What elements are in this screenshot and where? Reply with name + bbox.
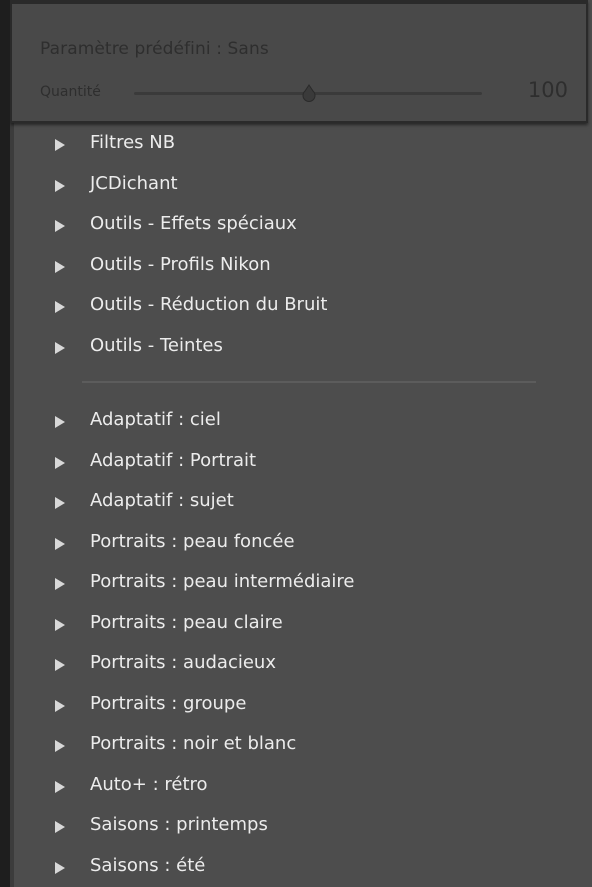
expand-arrow-icon [54, 576, 66, 595]
preset-group-item[interactable]: Saisons : été [10, 850, 570, 887]
expand-arrow-icon [54, 738, 66, 757]
preset-group-item[interactable]: Auto+ : rétro [10, 769, 570, 809]
preset-group-label: Outils - Réduction du Bruit [90, 294, 328, 315]
preset-group-item[interactable]: Outils - Effets spéciaux [10, 208, 570, 248]
preset-group-item[interactable]: Portraits : peau intermédiaire [10, 566, 570, 606]
preset-group-item[interactable]: Portraits : audacieux [10, 647, 570, 687]
preset-group-item[interactable]: Adaptatif : Portrait [10, 445, 570, 485]
preset-group-label: Portraits : noir et blanc [90, 733, 297, 754]
group-separator [82, 381, 536, 383]
preset-group-item[interactable]: Outils - Réduction du Bruit [10, 289, 570, 329]
expand-arrow-icon [54, 299, 66, 318]
preset-group-label: Portraits : peau foncée [90, 530, 295, 552]
preset-group-label: Adaptatif : sujet [90, 490, 234, 511]
expand-arrow-icon [54, 218, 66, 237]
amount-label: Quantité [40, 84, 101, 100]
preset-group-label: Outils - Teintes [90, 334, 223, 356]
expand-arrow-icon [54, 617, 66, 636]
preset-group-label: Auto+ : rétro [90, 773, 208, 795]
preset-group-label: JCDichant [90, 172, 178, 194]
preset-group-label: Saisons : été [90, 854, 206, 876]
preset-group-label: Adaptatif : Portrait [90, 449, 257, 471]
amount-value: 100 [527, 78, 568, 102]
expand-arrow-icon [54, 414, 66, 433]
preset-group-item[interactable]: Outils - Teintes [10, 330, 570, 370]
expand-arrow-icon [54, 455, 66, 474]
preset-group-label: Portraits : peau intermédiaire [90, 571, 355, 592]
expand-arrow-icon [54, 779, 66, 798]
presets-panel: Paramètre prédéfini : Sans Quantité 100 … [10, 0, 592, 887]
preset-group-item[interactable]: Portraits : groupe [10, 688, 570, 728]
expand-arrow-icon [54, 178, 66, 197]
expand-arrow-icon [54, 698, 66, 717]
expand-arrow-icon [54, 657, 66, 676]
expand-arrow-icon [54, 259, 66, 278]
preset-group-label: Portraits : peau claire [90, 611, 283, 633]
preset-group-label: Portraits : groupe [90, 692, 247, 714]
preset-group-item[interactable]: Outils - Profils Nikon [10, 249, 570, 289]
preset-group-item[interactable]: Adaptatif : ciel [10, 404, 570, 444]
expand-arrow-icon [54, 137, 66, 156]
expand-arrow-icon [54, 340, 66, 359]
expand-arrow-icon [54, 819, 66, 838]
expand-arrow-icon [54, 495, 66, 514]
preset-group-item[interactable]: Portraits : peau claire [10, 607, 570, 647]
preset-group-label: Outils - Profils Nikon [90, 253, 271, 275]
preset-group-item[interactable]: Filtres NB [10, 127, 570, 167]
preset-group-label: Saisons : printemps [90, 814, 268, 835]
preset-group-label: Outils - Effets spéciaux [90, 213, 297, 234]
preset-group-item[interactable]: Portraits : peau foncée [10, 526, 570, 566]
preset-header: Paramètre prédéfini : Sans Quantité 100 [10, 0, 588, 123]
preset-group-label: Portraits : audacieux [90, 652, 276, 673]
preset-group-item[interactable]: JCDichant [10, 168, 570, 208]
preset-group-label: Filtres NB [90, 132, 176, 153]
preset-group-label: Adaptatif : ciel [90, 409, 221, 430]
expand-arrow-icon [54, 536, 66, 555]
preset-group-item[interactable]: Portraits : noir et blanc [10, 728, 570, 768]
preset-group-item[interactable]: Saisons : printemps [10, 809, 570, 849]
preset-label: Paramètre prédéfini : Sans [40, 39, 269, 59]
expand-arrow-icon [54, 860, 66, 879]
preset-group-item[interactable]: Adaptatif : sujet [10, 485, 570, 525]
